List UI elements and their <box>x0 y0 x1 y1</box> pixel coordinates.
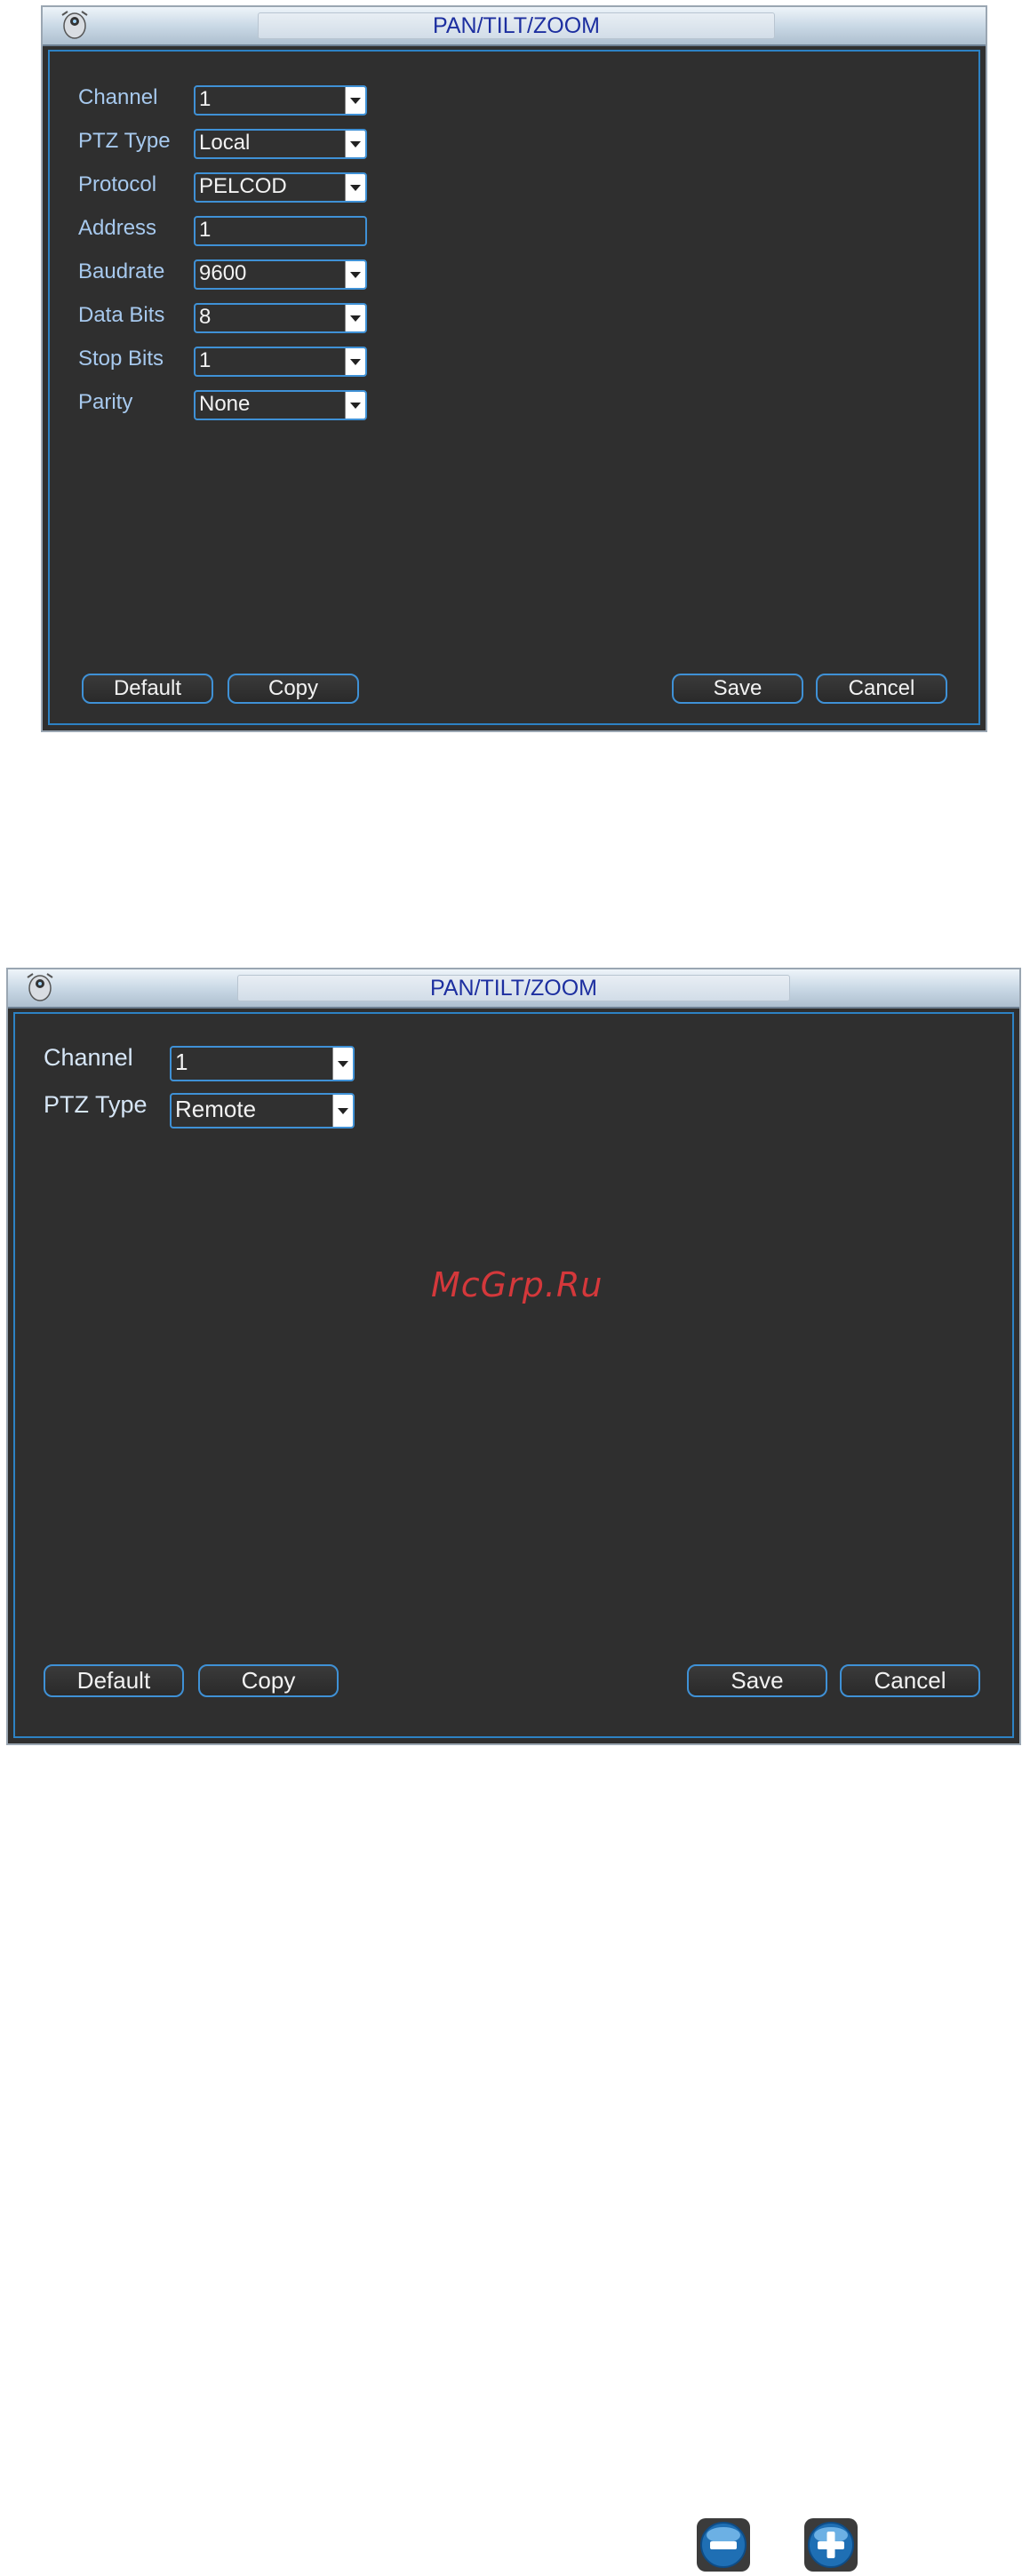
baudrate-label: Baudrate <box>78 259 165 283</box>
data-bits-select[interactable]: 8 <box>194 303 367 333</box>
data-bits-value: 8 <box>199 305 212 329</box>
zoom-in-icon[interactable] <box>802 2517 859 2572</box>
parity-select[interactable]: None <box>194 390 367 420</box>
channel-value: 1 <box>175 1049 188 1075</box>
channel-label: Channel <box>78 85 158 109</box>
baudrate-select[interactable]: 9600 <box>194 259 367 290</box>
dialog-title: PAN/TILT/ZOOM <box>258 12 775 39</box>
address-label: Address <box>78 216 157 240</box>
chevron-down-icon[interactable] <box>332 1048 353 1080</box>
channel-select[interactable]: 1 <box>194 85 367 116</box>
channel-label: Channel <box>44 1044 133 1071</box>
stop-bits-label: Stop Bits <box>78 347 164 371</box>
chevron-down-icon[interactable] <box>345 261 365 288</box>
ptz-dialog-remote: PAN/TILT/ZOOM Channel 1 PTZ Type Remote … <box>6 968 1021 1745</box>
chevron-down-icon[interactable] <box>345 305 365 331</box>
save-button[interactable]: Save <box>687 1664 827 1697</box>
copy-button[interactable]: Copy <box>228 674 359 704</box>
save-button[interactable]: Save <box>672 674 803 704</box>
copy-button[interactable]: Copy <box>198 1664 339 1697</box>
ptz-type-select[interactable]: Local <box>194 129 367 159</box>
protocol-label: Protocol <box>78 172 157 196</box>
baudrate-value: 9600 <box>199 261 247 285</box>
zoom-out-icon[interactable] <box>695 2517 752 2572</box>
cancel-button[interactable]: Cancel <box>816 674 947 704</box>
app-logo-icon <box>61 11 88 39</box>
dialog-title: PAN/TILT/ZOOM <box>237 975 790 1001</box>
settings-panel: Channel 1 PTZ Type Remote Default Copy S… <box>13 1012 1014 1738</box>
title-bar: PAN/TILT/ZOOM <box>8 969 1019 1009</box>
chevron-down-icon[interactable] <box>345 174 365 201</box>
ptz-type-value: Remote <box>175 1096 257 1122</box>
chevron-down-icon[interactable] <box>345 131 365 157</box>
ptz-dialog-local: PAN/TILT/ZOOM Channel 1 PTZ Type Local P… <box>41 5 987 732</box>
stop-bits-value: 1 <box>199 348 212 372</box>
protocol-value: PELCOD <box>199 174 287 198</box>
stop-bits-select[interactable]: 1 <box>194 347 367 377</box>
watermark-text: McGrp.Ru <box>431 1265 603 1304</box>
chevron-down-icon[interactable] <box>345 87 365 114</box>
chevron-down-icon[interactable] <box>332 1095 353 1127</box>
channel-value: 1 <box>199 87 212 111</box>
chevron-down-icon[interactable] <box>345 392 365 419</box>
default-button[interactable]: Default <box>82 674 213 704</box>
ptz-type-label: PTZ Type <box>44 1091 148 1118</box>
cancel-button[interactable]: Cancel <box>840 1664 980 1697</box>
chevron-down-icon[interactable] <box>345 348 365 375</box>
default-button[interactable]: Default <box>44 1664 184 1697</box>
parity-label: Parity <box>78 390 133 414</box>
address-input[interactable]: 1 <box>194 216 367 246</box>
data-bits-label: Data Bits <box>78 303 165 327</box>
channel-select[interactable]: 1 <box>170 1046 355 1081</box>
address-value: 1 <box>199 218 212 242</box>
ptz-type-value: Local <box>199 131 251 155</box>
ptz-type-select[interactable]: Remote <box>170 1093 355 1128</box>
title-bar: PAN/TILT/ZOOM <box>43 7 986 46</box>
app-logo-icon <box>27 973 53 1001</box>
ptz-type-label: PTZ Type <box>78 129 171 153</box>
parity-value: None <box>199 392 251 416</box>
settings-panel: Channel 1 PTZ Type Local Protocol PELCOD… <box>48 50 980 725</box>
protocol-select[interactable]: PELCOD <box>194 172 367 203</box>
